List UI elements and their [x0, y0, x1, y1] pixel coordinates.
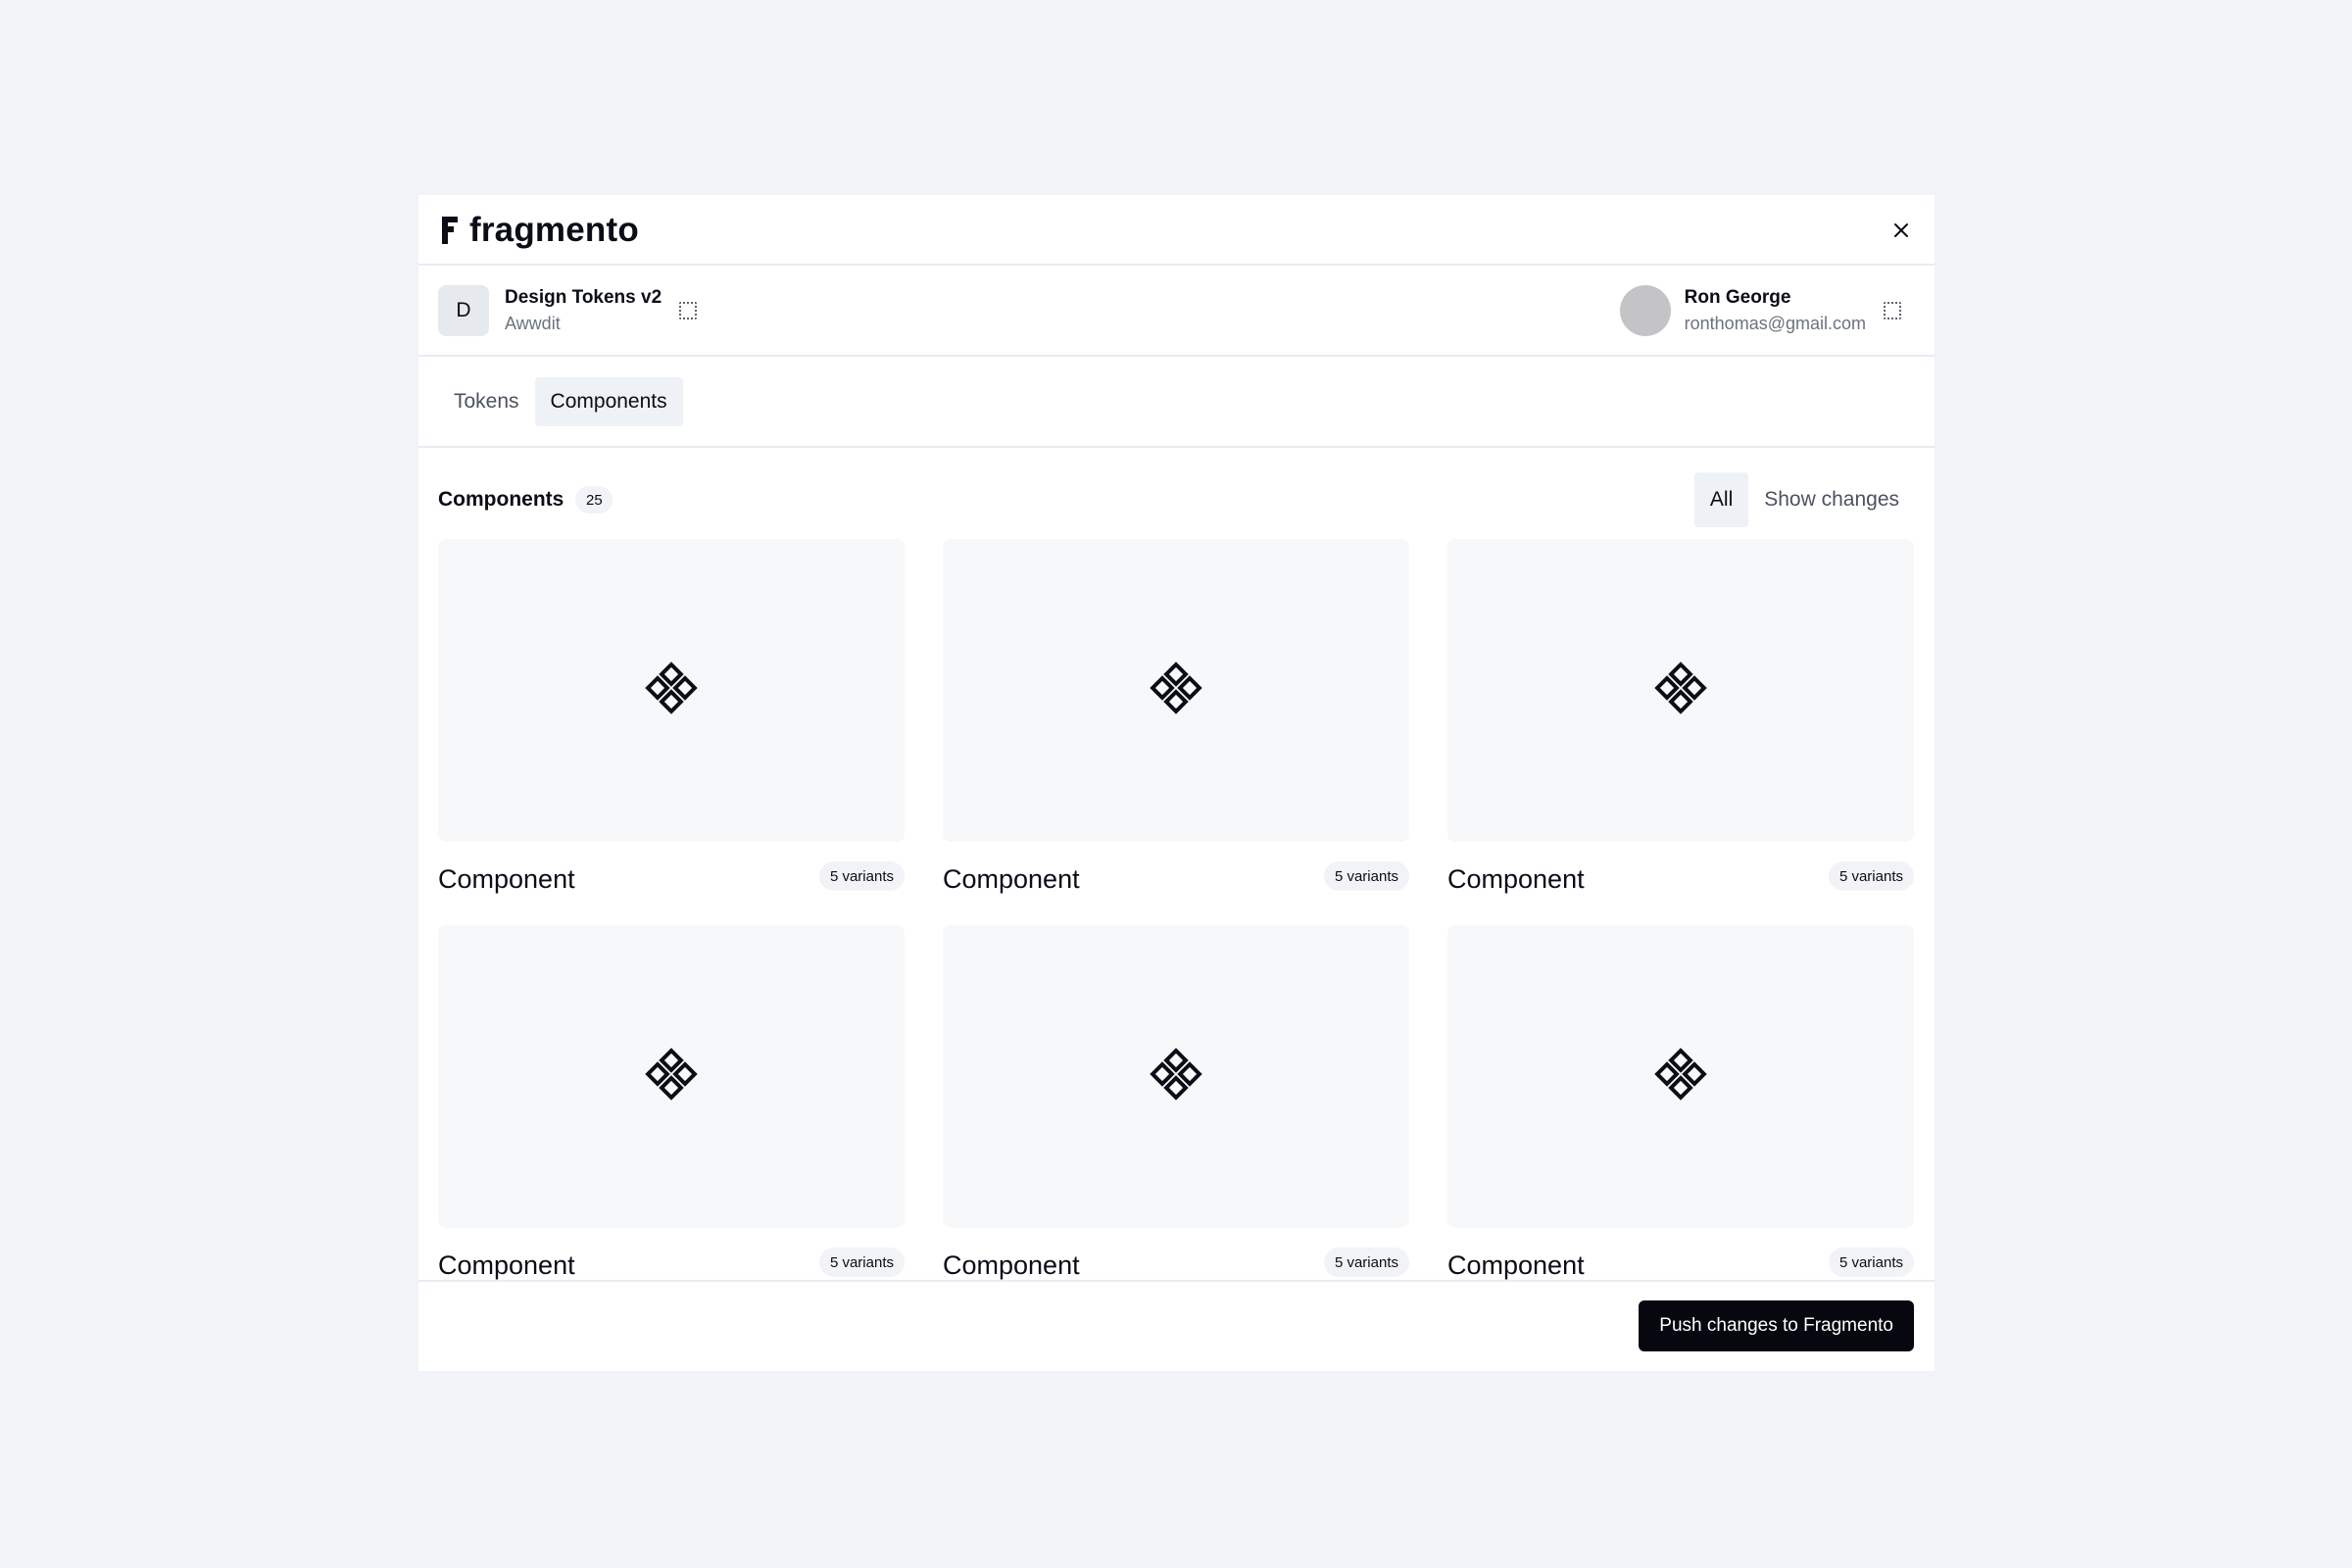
component-title: Component: [943, 864, 1080, 894]
tab-components[interactable]: Components: [534, 377, 683, 426]
variants-badge: 5 variants: [1323, 861, 1409, 891]
close-icon: [1894, 223, 1908, 237]
component-thumbnail: [943, 539, 1409, 842]
component-card[interactable]: Component 5 variants: [943, 539, 1409, 900]
project-org: Awwdit: [505, 314, 561, 333]
section-title-label: Components: [438, 488, 564, 511]
components-grid: Component 5 variants Component 5 variants Co…: [438, 539, 1915, 1280]
variants-badge: 5 variants: [818, 1248, 905, 1277]
filter-all[interactable]: All: [1693, 472, 1749, 527]
component-icon: [1653, 661, 1708, 720]
component-title: Component: [943, 1250, 1080, 1280]
user-account: Ron George ronthomas@gmail.com: [1619, 285, 1901, 336]
fragmento-logo-icon: [442, 217, 458, 244]
user-name: Ron George: [1684, 287, 1791, 308]
user-email: ronthomas@gmail.com: [1684, 314, 1866, 333]
project-name: Design Tokens v2: [505, 287, 662, 308]
section-title: Components 25: [438, 472, 613, 527]
component-meta: Component 5 variants: [943, 1228, 1409, 1280]
component-icon: [1653, 1047, 1708, 1106]
project-info: Design Tokens v2 Awwdit: [505, 285, 662, 336]
component-meta: Component 5 variants: [438, 1228, 905, 1280]
variants-badge: 5 variants: [1828, 861, 1914, 891]
tab-list: Tokens Components: [438, 377, 683, 426]
component-title: Component: [1447, 864, 1585, 894]
filter-toggle: All Show changes: [1693, 472, 1915, 527]
variants-badge: 5 variants: [818, 861, 905, 891]
component-card[interactable]: Component 5 variants: [438, 925, 905, 1280]
switch-account-icon[interactable]: [1884, 302, 1901, 319]
component-icon: [1149, 661, 1203, 720]
component-icon: [644, 661, 699, 720]
project-avatar: D: [438, 285, 489, 336]
components-scroll-area[interactable]: Component 5 variants Component 5 variants Co…: [438, 539, 1915, 1280]
component-thumbnail: [1447, 539, 1914, 842]
tabs-bar: Tokens Components: [418, 357, 1935, 448]
component-icon: [644, 1047, 699, 1106]
component-card[interactable]: Component 5 variants: [438, 539, 905, 900]
push-changes-button[interactable]: Push changes to Fragmento: [1639, 1300, 1914, 1351]
brand-name: fragmento: [469, 211, 639, 249]
modal-footer: Push changes to Fragmento: [418, 1280, 1935, 1371]
component-meta: Component 5 variants: [438, 842, 905, 900]
component-meta: Component 5 variants: [1447, 1228, 1914, 1280]
component-title: Component: [438, 864, 575, 894]
account-bar: D Design Tokens v2 Awwdit Ron George ron…: [418, 266, 1935, 357]
component-thumbnail: [943, 925, 1409, 1228]
component-card[interactable]: Component 5 variants: [1447, 925, 1914, 1280]
component-meta: Component 5 variants: [1447, 842, 1914, 900]
component-thumbnail: [1447, 925, 1914, 1228]
component-title: Component: [438, 1250, 575, 1280]
filter-show-changes[interactable]: Show changes: [1748, 472, 1915, 527]
count-badge: 25: [575, 486, 613, 514]
component-card[interactable]: Component 5 variants: [943, 925, 1409, 1280]
component-icon: [1149, 1047, 1203, 1106]
component-card[interactable]: Component 5 variants: [1447, 539, 1914, 900]
component-meta: Component 5 variants: [943, 842, 1409, 900]
component-thumbnail: [438, 539, 905, 842]
user-info: Ron George ronthomas@gmail.com: [1685, 285, 1866, 336]
component-thumbnail: [438, 925, 905, 1228]
component-title: Component: [1447, 1250, 1585, 1280]
avatar: [1619, 285, 1671, 336]
tab-tokens[interactable]: Tokens: [438, 377, 535, 426]
variants-badge: 5 variants: [1323, 1248, 1409, 1277]
modal-header: fragmento: [418, 195, 1935, 266]
push-modal: fragmento D Design Tokens v2 Awwdit Ron …: [418, 195, 1935, 1371]
switch-project-icon[interactable]: [679, 302, 698, 319]
project-selector: D Design Tokens v2 Awwdit: [438, 285, 698, 336]
variants-badge: 5 variants: [1828, 1248, 1914, 1277]
brand-logo: fragmento: [438, 213, 639, 248]
section-header: Components 25 All Show changes: [438, 472, 1915, 527]
close-button[interactable]: [1887, 217, 1915, 244]
